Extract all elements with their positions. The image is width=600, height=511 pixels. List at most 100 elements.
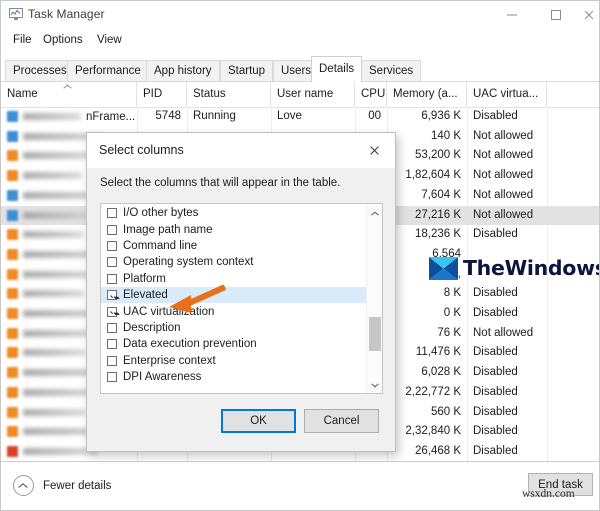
process-name-blurred	[23, 408, 86, 416]
cell-uac-virtualization: Disabled	[473, 366, 518, 379]
cancel-button[interactable]: Cancel	[304, 409, 379, 433]
tab-processes[interactable]: Processes	[5, 60, 75, 81]
menu-item-view[interactable]: View	[93, 33, 126, 47]
column-option-uac-virtualization[interactable]: UAC virtualization	[101, 303, 366, 319]
cell-uac-virtualization: Not allowed	[473, 169, 534, 182]
menu-item-file[interactable]: File	[9, 33, 36, 47]
process-icon	[7, 288, 18, 300]
tab-services[interactable]: Services	[361, 60, 422, 81]
process-icon	[7, 111, 18, 122]
select-columns-dialog: Select columns Select the columns that w…	[86, 132, 396, 452]
process-name-cell	[7, 286, 84, 301]
column-option-operating-system-context[interactable]: Operating system context	[101, 254, 366, 270]
fewer-details-button[interactable]: Fewer details	[13, 475, 111, 496]
tab-details[interactable]: Details	[311, 56, 363, 82]
column-header-uac[interactable]: UAC virtua...	[467, 82, 547, 106]
maximize-icon	[551, 10, 561, 20]
cell-memory: 6,028 K	[421, 366, 461, 379]
process-name-blurred	[23, 113, 81, 120]
column-option-label: I/O other bytes	[123, 207, 199, 220]
dialog-title: Select columns	[99, 143, 184, 157]
column-option-i-o-other-bytes[interactable]: I/O other bytes	[101, 205, 366, 221]
column-header-status[interactable]: Status	[187, 82, 271, 106]
fewer-details-label: Fewer details	[43, 479, 112, 492]
column-option-label: Elevated	[123, 289, 168, 302]
cell-uac-virtualization: Disabled	[473, 346, 518, 359]
checkbox[interactable]	[107, 339, 117, 350]
checkbox[interactable]	[107, 240, 117, 251]
checkbox[interactable]	[107, 257, 117, 268]
column-header-pid[interactable]: PID	[137, 82, 187, 106]
checkbox[interactable]	[107, 372, 117, 383]
dialog-close-button[interactable]	[355, 133, 395, 167]
column-option-data-execution-prevention[interactable]: Data execution prevention	[101, 336, 366, 352]
column-option-dpi-awareness[interactable]: DPI Awareness	[101, 369, 366, 385]
process-icon	[7, 248, 18, 260]
process-name-blurred	[23, 172, 82, 180]
column-option-image-path-name[interactable]: Image path name	[101, 221, 366, 237]
process-name-cell	[7, 345, 85, 360]
checkbox[interactable]	[107, 208, 117, 219]
columns-list[interactable]: I/O other bytes Image path name Command li…	[100, 203, 383, 394]
column-option-elevated[interactable]: Elevated	[101, 287, 366, 304]
checkbox[interactable]	[107, 290, 117, 301]
scrollbar-thumb[interactable]	[369, 317, 381, 351]
process-icon	[7, 130, 18, 142]
column-header-cpu[interactable]: CPU	[355, 82, 387, 106]
column-option-label: Operating system context	[123, 256, 254, 269]
process-icon	[7, 367, 18, 379]
minimize-icon	[507, 14, 517, 16]
dialog-title-bar: Select columns	[87, 133, 395, 168]
process-name-cell	[7, 385, 97, 400]
ok-button[interactable]: OK	[221, 409, 296, 433]
columns-list-scrollbar[interactable]	[366, 204, 382, 393]
checkbox[interactable]	[107, 322, 117, 333]
column-header-memory[interactable]: Memory (a...	[387, 82, 467, 106]
scroll-up-button[interactable]	[367, 204, 382, 221]
cell-memory: 1,82,604 K	[405, 169, 461, 182]
column-option-command-line[interactable]: Command line	[101, 238, 366, 254]
menu-item-options[interactable]: Options	[39, 33, 87, 47]
checkbox[interactable]	[107, 273, 117, 284]
cell-memory: 76 K	[437, 326, 461, 339]
cell-status: Running	[193, 110, 236, 122]
process-name-cell	[7, 148, 93, 163]
process-name-cell	[7, 267, 95, 282]
column-option-description[interactable]: Description	[101, 320, 366, 336]
column-option-label: Platform	[123, 272, 166, 285]
column-header-user-name[interactable]: User name	[271, 82, 355, 106]
tab-startup[interactable]: Startup	[220, 60, 274, 81]
process-icon	[7, 268, 18, 280]
process-name-cell	[7, 444, 98, 459]
column-option-label: Description	[123, 321, 181, 334]
cell-uac-virtualization: Not allowed	[473, 326, 534, 339]
task-manager-window: Task Manager File Options View Processes…	[0, 0, 600, 511]
process-name-cell	[7, 227, 83, 242]
cell-uac-virtualization: Not allowed	[473, 149, 534, 162]
thewindowsclub-watermark: TheWindowsClub	[429, 253, 599, 283]
cell-uac-virtualization: Disabled	[473, 287, 518, 300]
cell-memory: 26,468 K	[414, 444, 461, 457]
checkbox[interactable]	[107, 355, 117, 366]
checkbox[interactable]	[107, 306, 117, 317]
cell-cpu: 00	[368, 110, 381, 122]
process-name-blurred	[23, 270, 95, 278]
cell-memory: 560 K	[430, 405, 461, 418]
column-option-label: Enterprise context	[123, 354, 216, 367]
column-option-enterprise-context[interactable]: Enterprise context	[101, 353, 366, 369]
table-row[interactable]: nFrame... 5748 Running Love 00 6,936 K Disable…	[1, 107, 599, 127]
cell-uac-virtualization: Not allowed	[473, 208, 534, 221]
window-title: Task Manager	[28, 7, 105, 21]
minimize-button[interactable]	[490, 1, 534, 29]
cell-memory: 7,604 K	[421, 188, 461, 201]
tab-app-history[interactable]: App history	[146, 60, 220, 81]
scroll-down-button[interactable]	[367, 376, 382, 393]
process-name-text: nFrame...	[86, 110, 136, 123]
close-button[interactable]	[578, 1, 599, 29]
maximize-button[interactable]	[534, 1, 578, 29]
cell-memory: 53,200 K	[414, 149, 461, 162]
chevron-up-icon	[371, 211, 379, 216]
tab-performance[interactable]: Performance	[67, 60, 149, 81]
checkbox[interactable]	[107, 224, 117, 235]
column-option-platform[interactable]: Platform	[101, 271, 366, 287]
